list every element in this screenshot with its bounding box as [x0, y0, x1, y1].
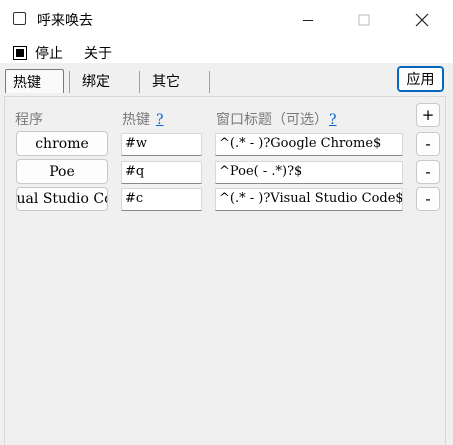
maximize-button[interactable]: [336, 0, 392, 40]
tab-separator: [69, 71, 70, 93]
program-select-button[interactable]: Visual Studio Code: [16, 187, 108, 211]
menu-stop-label: 停止: [35, 46, 63, 62]
menu-about[interactable]: 关于: [84, 43, 112, 63]
tab-bindings[interactable]: 绑定: [75, 69, 110, 93]
window-title-input[interactable]: ^(.* - )?Visual Studio Code$: [215, 188, 403, 211]
program-label: Visual Studio Code: [16, 191, 107, 207]
minimize-icon: [303, 20, 313, 21]
column-label-hotkey: 热键?: [122, 109, 164, 129]
window-title-input[interactable]: ^Poe( - .*)?$: [215, 161, 403, 184]
window-title: 呼来唤去: [37, 13, 93, 29]
window-title-input[interactable]: ^(.* - )?Google Chrome$: [215, 133, 403, 156]
apply-button[interactable]: 应用: [397, 66, 444, 92]
hotkey-input[interactable]: #q: [121, 161, 202, 184]
app-icon: [13, 12, 26, 25]
remove-row-button[interactable]: -: [416, 160, 440, 184]
stop-icon: [13, 46, 27, 60]
hotkey-label-text: 热键: [122, 112, 150, 128]
remove-row-button[interactable]: -: [416, 132, 440, 156]
hotkey-input[interactable]: #w: [121, 133, 202, 156]
close-icon: [415, 13, 429, 27]
tab-other[interactable]: 其它: [145, 69, 180, 93]
add-row-button[interactable]: +: [416, 103, 440, 127]
hotkey-input[interactable]: #c: [121, 188, 202, 211]
menu-stop[interactable]: 停止: [13, 43, 63, 63]
tab-separator: [209, 71, 210, 93]
maximize-icon: [358, 14, 370, 26]
tab-hotkeys[interactable]: 热键: [5, 69, 64, 93]
menu-bar: 停止 关于: [0, 40, 453, 63]
hotkey-help-link[interactable]: ?: [156, 112, 164, 128]
program-select-button[interactable]: chrome: [16, 131, 108, 156]
minimize-button[interactable]: [280, 0, 336, 40]
program-select-button[interactable]: Poe: [16, 159, 108, 184]
window-title-label-text: 窗口标题（可选）: [216, 112, 328, 128]
app-window: 呼来唤去 停止 关于 热键 绑定 其它 应用 程序 热键? 窗口标题（可选）? …: [0, 0, 453, 445]
column-label-program: 程序: [15, 112, 43, 128]
window-title-help-link[interactable]: ?: [329, 112, 337, 128]
menu-about-label: 关于: [84, 46, 112, 62]
tab-bar: 热键 绑定 其它 应用: [0, 63, 453, 97]
title-bar[interactable]: 呼来唤去: [0, 0, 453, 40]
tab-separator: [139, 71, 140, 93]
close-button[interactable]: [394, 0, 450, 40]
remove-row-button[interactable]: -: [416, 187, 440, 211]
column-label-window-title: 窗口标题（可选）?: [216, 109, 337, 129]
